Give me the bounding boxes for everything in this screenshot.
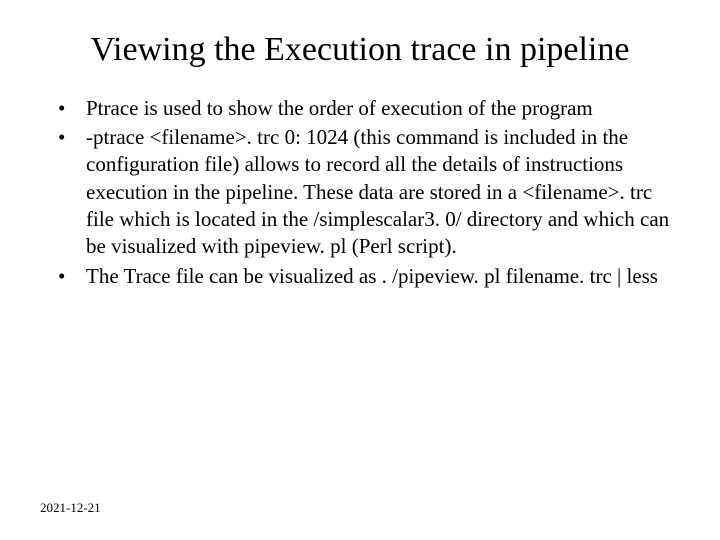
- list-item: Ptrace is used to show the order of exec…: [40, 95, 680, 122]
- footer-date: 2021-12-21: [40, 500, 101, 516]
- list-item: The Trace file can be visualized as . /p…: [40, 263, 680, 290]
- slide-title: Viewing the Execution trace in pipeline: [40, 30, 680, 71]
- list-item: -ptrace <filename>. trc 0: 1024 (this co…: [40, 124, 680, 260]
- bullet-list: Ptrace is used to show the order of exec…: [40, 95, 680, 290]
